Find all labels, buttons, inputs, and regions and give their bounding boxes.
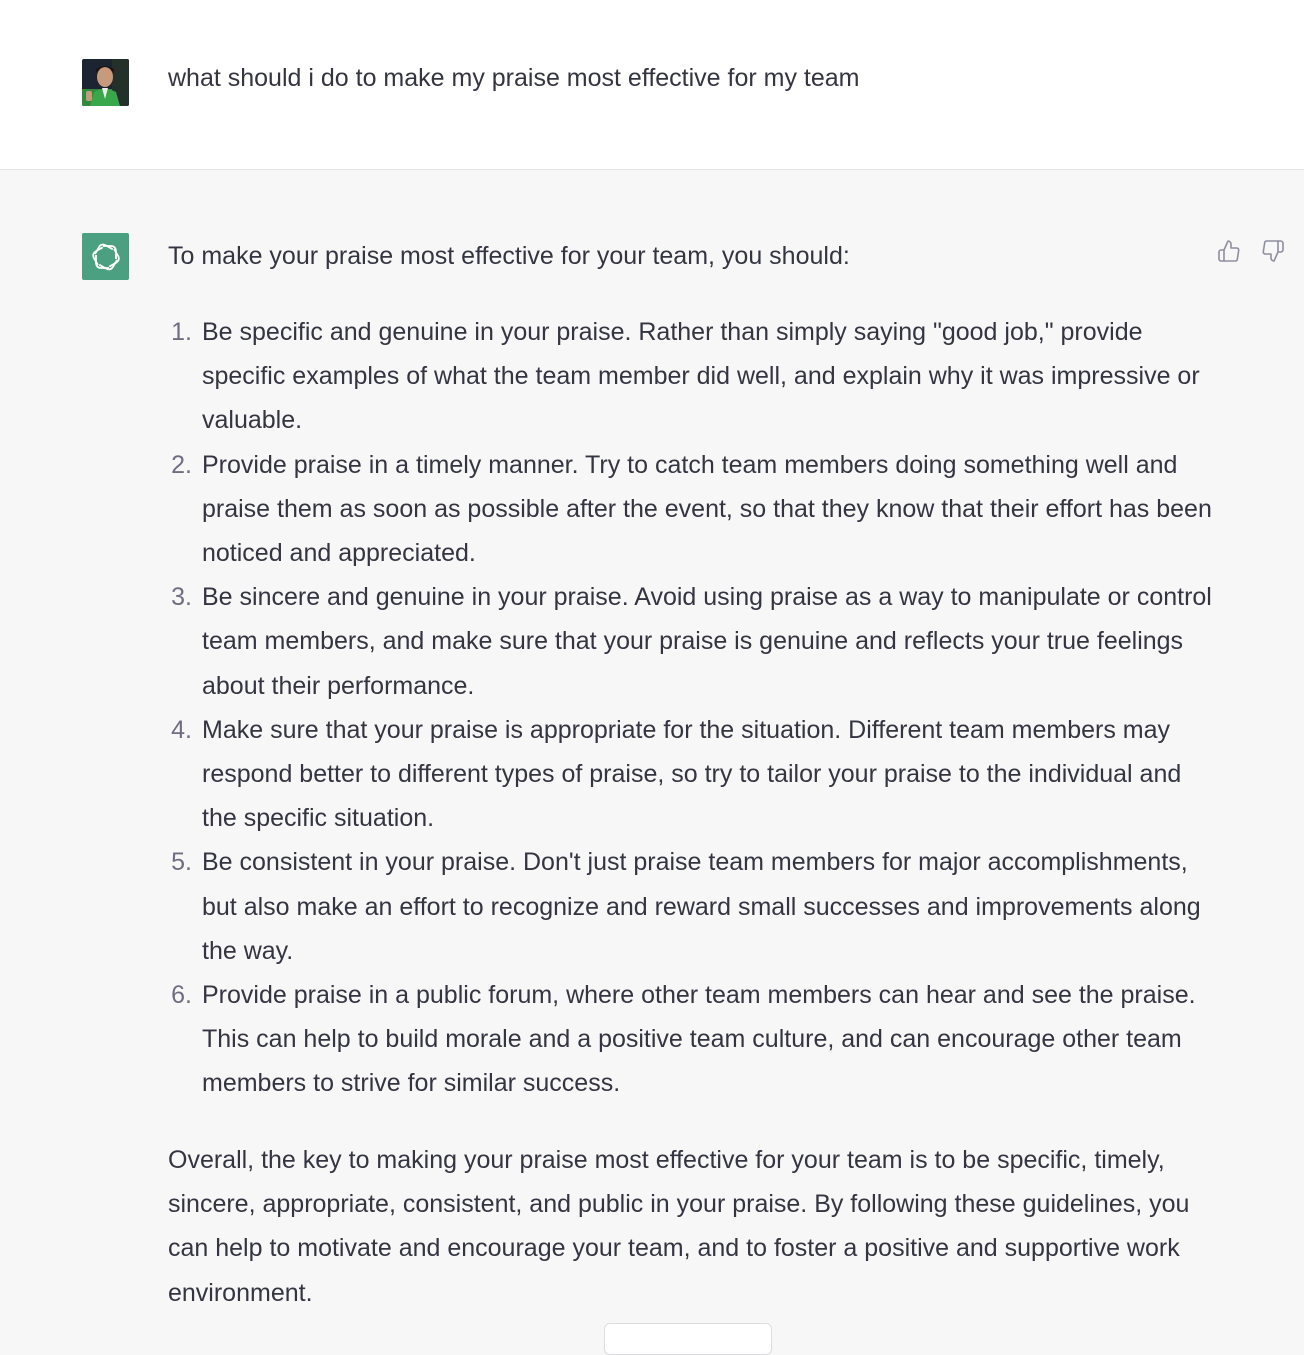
list-item-number: 3.	[171, 583, 192, 612]
user-avatar	[82, 59, 129, 106]
list-item: 3. Be sincere and genuine in your praise…	[171, 575, 1212, 708]
openai-logo-icon	[82, 233, 129, 280]
assistant-intro-text: To make your praise most effective for y…	[168, 242, 850, 270]
thumbs-up-icon[interactable]	[1216, 238, 1242, 264]
tips-list: 1. Be specific and genuine in your prais…	[171, 310, 1212, 1106]
list-item-number: 4.	[171, 715, 192, 744]
list-item-text: Make sure that your praise is appropriat…	[202, 715, 1182, 833]
list-item-number: 5.	[171, 848, 192, 877]
list-item: 2. Provide praise in a timely manner. Tr…	[171, 443, 1212, 576]
list-item: 1. Be specific and genuine in your prais…	[171, 310, 1212, 443]
regenerate-response-button[interactable]	[604, 1323, 772, 1355]
list-item-text: Be sincere and genuine in your praise. A…	[202, 583, 1212, 700]
list-item-number: 1.	[171, 318, 192, 346]
list-item-number: 6.	[171, 981, 192, 1010]
list-item: 5. Be consistent in your praise. Don't j…	[171, 840, 1212, 973]
assistant-conclusion-text: Overall, the key to making your praise m…	[168, 1146, 1190, 1307]
list-item: 6. Provide praise in a public forum, whe…	[171, 973, 1212, 1106]
user-message-row: what should i do to make my praise most …	[0, 0, 1304, 170]
thumbs-down-icon[interactable]	[1260, 238, 1286, 264]
assistant-message-row: To make your praise most effective for y…	[0, 170, 1304, 1355]
list-item-text: Provide praise in a public forum, where …	[202, 981, 1196, 1098]
list-item-text: Provide praise in a timely manner. Try t…	[202, 450, 1212, 568]
user-message-text: what should i do to make my praise most …	[168, 64, 860, 92]
list-item-text: Be specific and genuine in your praise. …	[202, 318, 1200, 435]
list-item-text: Be consistent in your praise. Don't just…	[202, 848, 1201, 965]
list-item-number: 2.	[171, 450, 192, 479]
list-item: 4. Make sure that your praise is appropr…	[171, 708, 1212, 841]
